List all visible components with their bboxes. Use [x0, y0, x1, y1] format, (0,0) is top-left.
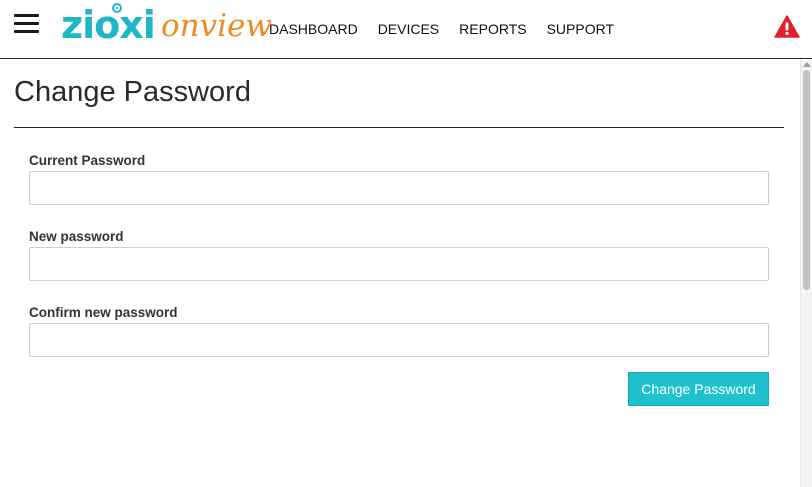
app-root: zioxi onview DASHBOARD DEVICES REPORTS S…	[0, 0, 812, 487]
change-password-button[interactable]: Change Password	[628, 372, 769, 406]
hamburger-menu-icon[interactable]	[14, 14, 39, 34]
scroll-up-arrow-icon[interactable]	[803, 62, 811, 67]
nav-link-dashboard[interactable]: DASHBOARD	[269, 20, 358, 38]
nav-link-devices[interactable]: DEVICES	[378, 20, 439, 38]
page-scrollbar[interactable]	[800, 60, 812, 487]
page-title: Change Password	[14, 76, 251, 108]
nav-link-reports[interactable]: REPORTS	[459, 20, 526, 38]
main-nav: DASHBOARD DEVICES REPORTS SUPPORT	[269, 20, 634, 38]
new-password-field[interactable]	[29, 247, 769, 281]
current-password-label: Current Password	[29, 153, 146, 168]
top-navbar: zioxi onview DASHBOARD DEVICES REPORTS S…	[0, 0, 812, 59]
current-password-field[interactable]	[29, 171, 769, 205]
scrollbar-thumb[interactable]	[803, 70, 810, 290]
confirm-password-label: Confirm new password	[29, 305, 178, 320]
title-divider	[14, 127, 784, 128]
brand-logo[interactable]: zioxi onview	[61, 3, 272, 47]
logo-dot-icon	[112, 3, 122, 13]
main-content: Change Password Current Password New pas…	[0, 60, 800, 487]
logo-text-onview: onview	[161, 8, 272, 44]
confirm-password-field[interactable]	[29, 323, 769, 357]
warning-triangle-icon[interactable]	[774, 15, 800, 38]
new-password-label: New password	[29, 229, 124, 244]
logo-text-zioxi: zioxi	[61, 3, 156, 47]
nav-link-support[interactable]: SUPPORT	[547, 20, 614, 38]
